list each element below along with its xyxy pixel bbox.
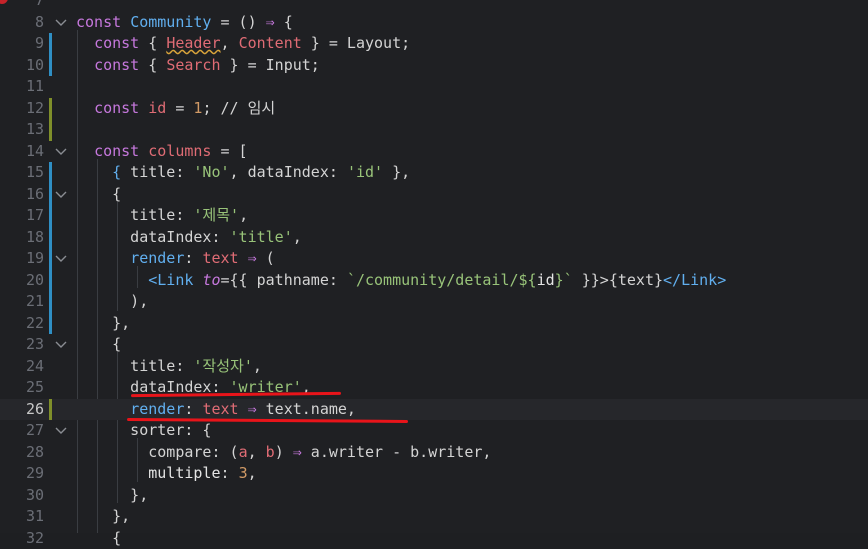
code-line[interactable]: 16 { — [0, 184, 868, 206]
line-number: 15 — [0, 162, 44, 184]
git-added-marker — [49, 399, 52, 421]
code-text: title: '제목', — [76, 205, 248, 227]
code-text: compare: (a, b) ⇒ a.writer - b.writer, — [76, 442, 491, 464]
line-number: 17 — [0, 205, 44, 227]
line-number: 30 — [0, 485, 44, 507]
git-modified-marker — [49, 248, 52, 270]
git-modified-marker — [49, 184, 52, 206]
line-number: 29 — [0, 463, 44, 485]
code-line[interactable]: 26 render: text ⇒ text.name, — [0, 399, 868, 421]
line-number: 13 — [0, 119, 44, 141]
code-line[interactable]: 24 title: '작성자', — [0, 356, 868, 378]
code-line[interactable]: 14 const columns = [ — [0, 141, 868, 163]
code-line[interactable]: 31 }, — [0, 506, 868, 528]
code-text: render: text ⇒ ( — [76, 248, 275, 270]
line-number: 19 — [0, 248, 44, 270]
code-line[interactable]: 28 compare: (a, b) ⇒ a.writer - b.writer… — [0, 442, 868, 464]
code-line[interactable]: 21 ), — [0, 291, 868, 313]
code-text: { — [76, 528, 121, 549]
fold-chevron-down-icon[interactable] — [54, 420, 68, 442]
line-number: 10 — [0, 55, 44, 77]
code-line[interactable]: 8 const Community = () ⇒ { — [0, 12, 868, 34]
code-line[interactable]: 13 — [0, 119, 868, 141]
git-added-marker — [49, 98, 52, 120]
git-modified-marker — [49, 205, 52, 227]
fold-chevron-down-icon[interactable] — [54, 184, 68, 206]
line-number: 9 — [0, 33, 44, 55]
line-number: 7 — [0, 0, 44, 12]
code-text: const columns = [ — [76, 141, 248, 163]
code-text: title: '작성자', — [76, 356, 262, 378]
git-modified-marker — [49, 313, 52, 335]
line-number: 11 — [0, 76, 44, 98]
git-modified-marker — [49, 291, 52, 313]
git-modified-marker — [49, 55, 52, 77]
code-text: { — [76, 334, 121, 356]
code-text: dataIndex: 'title', — [76, 227, 302, 249]
line-number: 32 — [0, 528, 44, 549]
code-text: }, — [76, 506, 130, 528]
code-line[interactable]: 12 const id = 1; // 임시 — [0, 98, 868, 120]
line-number: 8 — [0, 12, 44, 34]
git-modified-marker — [49, 227, 52, 249]
line-number: 21 — [0, 291, 44, 313]
line-number: 16 — [0, 184, 44, 206]
git-added-marker — [49, 119, 52, 141]
code-line[interactable]: 10 const { Search } = Input; — [0, 55, 868, 77]
line-number: 23 — [0, 334, 44, 356]
code-text: { title: 'No', dataIndex: 'id' }, — [76, 162, 410, 184]
code-text: ), — [76, 291, 148, 313]
git-modified-marker — [49, 270, 52, 292]
code-line[interactable]: 30 }, — [0, 485, 868, 507]
code-line[interactable]: 9 const { Header, Content } = Layout; — [0, 33, 868, 55]
code-line[interactable]: 11 — [0, 76, 868, 98]
code-text: const id = 1; // 임시 — [76, 98, 275, 120]
code-line[interactable]: 27 sorter: { — [0, 420, 868, 442]
git-modified-marker — [49, 33, 52, 55]
code-line[interactable]: 15 { title: 'No', dataIndex: 'id' }, — [0, 162, 868, 184]
fold-chevron-down-icon[interactable] — [54, 248, 68, 270]
line-number: 25 — [0, 377, 44, 399]
code-text: const Community = () ⇒ { — [76, 12, 293, 34]
code-line[interactable]: 32 { — [0, 528, 868, 549]
line-number: 28 — [0, 442, 44, 464]
code-text: const { Header, Content } = Layout; — [76, 33, 410, 55]
git-modified-marker — [49, 162, 52, 184]
code-editor[interactable]: 78const Community = () ⇒ {9 const { Head… — [0, 0, 868, 533]
line-number: 12 — [0, 98, 44, 120]
code-text: <Link to={{ pathname: `/community/detail… — [76, 270, 726, 292]
code-text: render: text ⇒ text.name, — [76, 399, 356, 421]
code-text: sorter: { — [76, 420, 211, 442]
code-text: const { Search } = Input; — [76, 55, 320, 77]
code-line[interactable]: 22 }, — [0, 313, 868, 335]
code-text: multiple: 3, — [76, 463, 257, 485]
code-text: }, — [76, 485, 148, 507]
code-line[interactable]: 18 dataIndex: 'title', — [0, 227, 868, 249]
line-number: 18 — [0, 227, 44, 249]
code-text: }, — [76, 313, 130, 335]
line-number: 31 — [0, 506, 44, 528]
line-number: 14 — [0, 141, 44, 163]
line-number: 20 — [0, 270, 44, 292]
code-line[interactable]: 17 title: '제목', — [0, 205, 868, 227]
code-line[interactable]: 23 { — [0, 334, 868, 356]
code-line[interactable]: 20 <Link to={{ pathname: `/community/det… — [0, 270, 868, 292]
code-line[interactable]: 29 multiple: 3, — [0, 463, 868, 485]
fold-chevron-down-icon[interactable] — [54, 141, 68, 163]
line-number: 27 — [0, 420, 44, 442]
code-line[interactable]: 19 render: text ⇒ ( — [0, 248, 868, 270]
code-line[interactable]: 7 — [0, 0, 868, 12]
fold-chevron-down-icon[interactable] — [54, 12, 68, 34]
line-number: 24 — [0, 356, 44, 378]
fold-chevron-down-icon[interactable] — [54, 334, 68, 356]
line-number: 26 — [0, 399, 44, 421]
code-text: { — [76, 184, 121, 206]
line-number: 22 — [0, 313, 44, 335]
